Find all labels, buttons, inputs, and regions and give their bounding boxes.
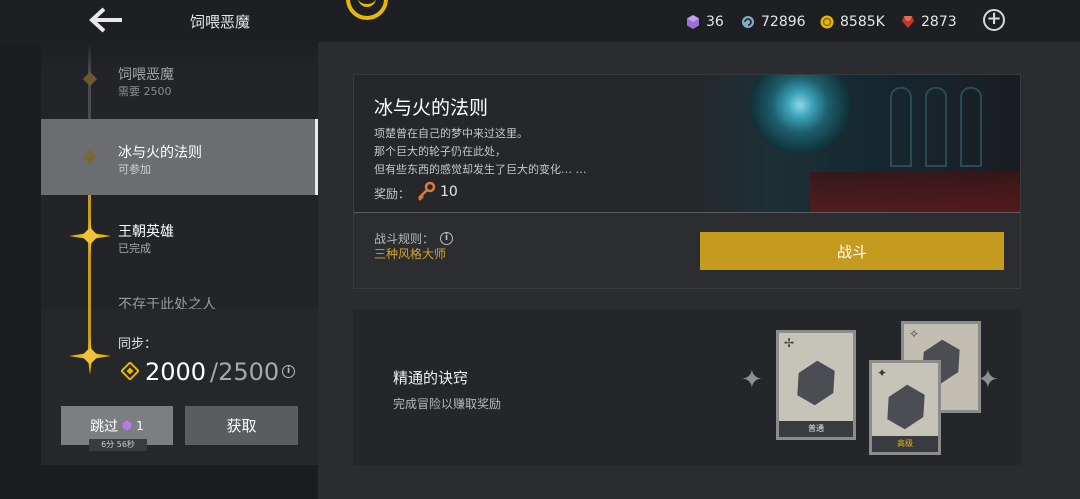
gem-count: 36 bbox=[706, 14, 724, 30]
stage-item-ice-fire[interactable]: 冰与火的法则 可参加 bbox=[41, 119, 318, 195]
currency-gem[interactable]: 36 bbox=[686, 12, 724, 32]
top-fade bbox=[41, 42, 318, 72]
mastery-card[interactable]: 精通的诀窍 完成冒险以赚取奖励 ✦ ✦ ✧ ✢ 普通 ✦ 高级 bbox=[353, 309, 1021, 465]
card-tier-label: 高级 bbox=[872, 436, 938, 452]
mission-title: 冰与火的法则 bbox=[374, 97, 489, 119]
mastery-title: 精通的诀窍 bbox=[393, 369, 469, 387]
rules-value: 三种风格大师 bbox=[374, 247, 447, 261]
scene-arch bbox=[960, 87, 982, 167]
top-bar: 饲喂恶魔 36 72896 8585K 2873 + bbox=[0, 0, 1080, 42]
scene-carpet bbox=[810, 172, 1020, 212]
scene-arch bbox=[925, 87, 947, 167]
tarot-card-normal[interactable]: ✢ 普通 bbox=[776, 330, 856, 440]
swirl-count: 72896 bbox=[761, 14, 806, 30]
card-emblem-icon bbox=[789, 356, 844, 411]
stage-item-dynasty-hero[interactable]: 王朝英雄 已完成 bbox=[41, 195, 318, 271]
sync-star-icon bbox=[69, 337, 111, 375]
card-emblem-icon bbox=[879, 380, 934, 435]
card-corner-icon: ✢ bbox=[784, 336, 795, 350]
skip-label: 跳过 bbox=[90, 418, 119, 435]
mission-banner: 冰与火的法则 项楚曾在自己的梦中来过这里。 那个巨大的轮子仍在此处， 但有些东西… bbox=[354, 75, 1020, 212]
mission-card: 冰与火的法则 项楚曾在自己的梦中来过这里。 那个巨大的轮子仍在此处， 但有些东西… bbox=[353, 74, 1021, 289]
mastery-subtitle: 完成冒险以赚取奖励 bbox=[393, 397, 502, 411]
key-icon bbox=[418, 181, 436, 201]
stage-node-icon bbox=[82, 71, 98, 87]
currency-ruby[interactable]: 2873 bbox=[901, 12, 957, 32]
purple-gem-icon bbox=[687, 15, 699, 29]
stage-list-panel: 饲喂恶魔 需要 2500 冰与火的法则 可参加 王朝英雄 已完成 不存于此处之人… bbox=[41, 42, 318, 465]
mission-desc-line: 那个巨大的轮子仍在此处， bbox=[374, 145, 506, 158]
currency-coin[interactable]: 8585K bbox=[820, 12, 885, 32]
sync-info-icon[interactable]: i bbox=[282, 365, 295, 378]
card-corner-icon: ✧ bbox=[909, 327, 920, 341]
mission-scene-image bbox=[690, 75, 1020, 212]
fight-button[interactable]: 战斗 bbox=[700, 232, 1004, 270]
sync-current: 2000 bbox=[145, 358, 207, 386]
coin-count: 8585K bbox=[840, 14, 885, 30]
card-tier-label: 普通 bbox=[779, 421, 853, 437]
tarot-card-advanced[interactable]: ✦ 高级 bbox=[869, 360, 941, 455]
skip-cost: 1 bbox=[136, 418, 144, 433]
card-corner-icon: ✦ bbox=[877, 366, 888, 380]
sync-label: 同步： bbox=[118, 337, 158, 352]
page-title: 饲喂恶魔 bbox=[190, 13, 251, 31]
ruby-count: 2873 bbox=[921, 14, 957, 30]
stage-name: 冰与火的法则 bbox=[118, 145, 202, 161]
get-button[interactable]: 获取 bbox=[185, 406, 298, 445]
reward-label: 奖励： bbox=[374, 187, 411, 201]
add-currency-button[interactable]: + bbox=[983, 9, 1005, 31]
purple-gem-icon bbox=[122, 420, 132, 431]
game-logo-icon bbox=[346, 0, 388, 20]
stage-name: 王朝英雄 bbox=[118, 224, 174, 240]
giant-wheel-image bbox=[750, 75, 850, 155]
stage-status: 已完成 bbox=[118, 242, 151, 255]
scene-arch bbox=[890, 87, 912, 167]
reward-value: 10 bbox=[440, 184, 458, 200]
currency-swirl[interactable]: 72896 bbox=[741, 12, 806, 32]
card-divider bbox=[354, 212, 1020, 213]
sparkle-icon: ✦ bbox=[741, 365, 763, 395]
swirl-icon bbox=[742, 16, 754, 28]
gold-coin-icon bbox=[820, 15, 834, 29]
sync-total: /2500 bbox=[210, 358, 280, 386]
stage-status: 需要 2500 bbox=[118, 85, 172, 98]
red-ruby-icon bbox=[902, 16, 914, 28]
mission-desc-line: 项楚曾在自己的梦中来过这里。 bbox=[374, 127, 528, 140]
rules-info-icon[interactable]: i bbox=[440, 232, 454, 245]
sync-diamond-icon bbox=[121, 362, 139, 380]
back-arrow-icon[interactable] bbox=[88, 6, 128, 34]
completed-star-icon bbox=[69, 217, 111, 255]
mission-desc-line: 但有些东西的感觉却发生了巨大的变化… … bbox=[374, 163, 587, 176]
skip-timer: 6分 56秒 bbox=[89, 439, 147, 451]
stage-status: 可参加 bbox=[118, 163, 151, 176]
stage-node-icon bbox=[82, 149, 98, 165]
